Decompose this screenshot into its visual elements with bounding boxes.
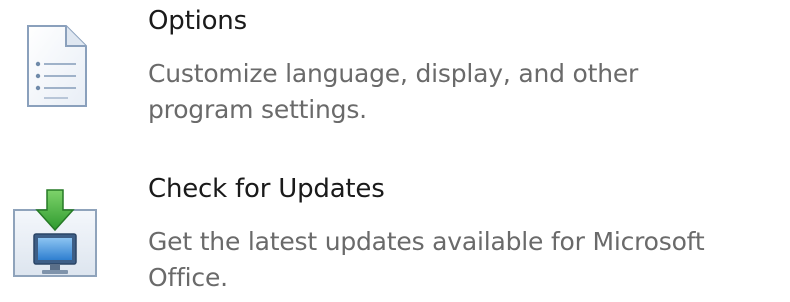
options-description: Customize language, display, and other p…	[148, 56, 784, 128]
check-for-updates-description-line-1: Get the latest updates available for Mic…	[148, 227, 705, 256]
options-menu-item[interactable]: Options Customize language, display, and…	[0, 0, 790, 150]
check-for-updates-menu-item[interactable]: Check for Updates Get the latest updates…	[0, 168, 790, 302]
check-for-updates-title: Check for Updates	[148, 174, 385, 204]
options-description-line-1: Customize language, display, and other	[148, 59, 639, 88]
options-text: Options Customize language, display, and…	[148, 6, 784, 128]
check-for-updates-icon	[10, 188, 100, 284]
options-document-icon	[10, 20, 94, 110]
check-for-updates-text: Check for Updates Get the latest updates…	[148, 174, 784, 296]
options-title: Options	[148, 6, 247, 36]
check-for-updates-description: Get the latest updates available for Mic…	[148, 224, 784, 296]
check-for-updates-description-line-2: Office.	[148, 263, 228, 292]
options-description-line-2: program settings.	[148, 95, 367, 124]
